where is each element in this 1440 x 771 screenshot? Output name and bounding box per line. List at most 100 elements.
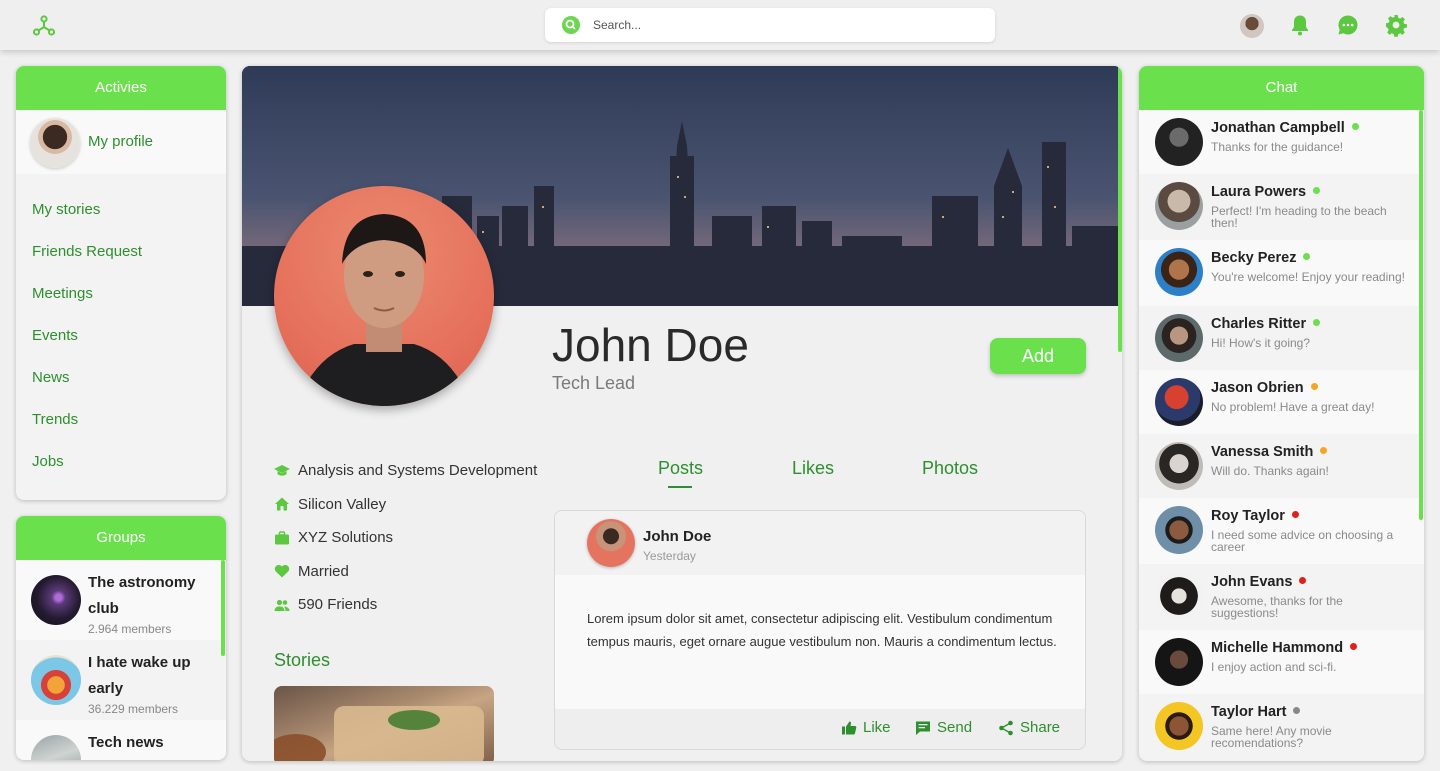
logo-icon[interactable] — [32, 14, 56, 38]
like-button[interactable]: Like — [841, 719, 891, 736]
groups-title: Groups — [16, 516, 226, 560]
story-card[interactable] — [274, 686, 494, 761]
profile-tabs: Posts Likes Photos — [622, 458, 1022, 488]
tab-likes[interactable]: Likes — [792, 458, 834, 479]
post-time: Yesterday — [643, 549, 696, 563]
menu-item-meetings[interactable]: Meetings — [16, 276, 226, 318]
graduation-cap-icon — [274, 464, 290, 476]
add-friend-button[interactable]: Add — [990, 338, 1086, 374]
home-icon — [275, 497, 289, 511]
contact-message: Will do. Thanks again! — [1211, 464, 1329, 478]
contact-name: Roy Taylor — [1211, 508, 1299, 524]
chat-contact[interactable]: Charles Ritter Hi! How's it going? — [1139, 306, 1424, 370]
contact-name: Jason Obrien — [1211, 380, 1318, 396]
post-author[interactable]: John Doe — [643, 528, 711, 545]
chat-contact[interactable]: Michelle Hammond I enjoy action and sci-… — [1139, 630, 1424, 694]
chat-contact[interactable]: Jason Obrien No problem! Have a great da… — [1139, 370, 1424, 434]
contact-avatar — [1155, 248, 1203, 296]
active-tab-indicator — [668, 486, 692, 488]
chat-contact[interactable]: Jonathan Campbell Thanks for the guidanc… — [1139, 110, 1424, 174]
search-icon[interactable] — [562, 16, 580, 34]
group-item[interactable]: Tech news — [16, 720, 226, 760]
contact-message: I enjoy action and sci-fi. — [1211, 660, 1337, 674]
contact-name: Michelle Hammond — [1211, 640, 1358, 656]
heart-icon — [274, 565, 290, 578]
contact-message: Awesome, thanks for the suggestions! — [1211, 594, 1343, 620]
post-header: John Doe Yesterday — [555, 511, 1085, 575]
my-profile-label: My profile — [88, 133, 154, 150]
menu-item-jobs[interactable]: Jobs — [16, 444, 226, 486]
contact-name: Becky Perez — [1211, 250, 1311, 266]
gear-icon[interactable] — [1384, 13, 1408, 37]
chat-contact[interactable]: Becky Perez You're welcome! Enjoy your r… — [1139, 240, 1424, 306]
menu-item-trends[interactable]: Trends — [16, 402, 226, 444]
group-name: Tech news — [88, 734, 164, 751]
contact-message: Thanks for the guidance! — [1211, 140, 1344, 154]
contact-avatar — [1155, 702, 1203, 750]
group-members: 2.964 members — [88, 622, 172, 636]
status-away-dot — [1320, 447, 1328, 454]
contact-avatar — [1155, 182, 1203, 230]
chat-contact[interactable]: Roy Taylor I need some advice on choosin… — [1139, 498, 1424, 564]
activities-title: Activies — [16, 66, 226, 110]
contact-name: Vanessa Smith — [1211, 444, 1328, 460]
profile-name: John Doe — [552, 319, 749, 371]
profile-photo — [274, 186, 494, 406]
contact-message: Perfect! I'm heading to the beach then! — [1211, 204, 1387, 230]
chat-contact[interactable]: Laura Powers Perfect! I'm heading to the… — [1139, 174, 1424, 240]
tab-posts[interactable]: Posts — [658, 458, 703, 479]
users-icon — [274, 599, 290, 611]
info-education: Analysis and Systems Development — [274, 454, 537, 488]
menu-item-news[interactable]: News — [16, 360, 226, 402]
group-avatar — [31, 575, 81, 625]
info-text: XYZ Solutions — [298, 529, 394, 547]
post-author-avatar[interactable] — [587, 519, 635, 567]
group-item[interactable]: The astronomy club 2.964 members — [16, 560, 226, 640]
info-friends: 590 Friends — [274, 588, 537, 622]
search-input[interactable] — [593, 15, 973, 35]
chat-bubble-icon[interactable] — [1336, 13, 1360, 37]
menu-item-my-stories[interactable]: My stories — [16, 192, 226, 234]
avatar[interactable] — [1240, 14, 1264, 38]
contact-message: You're welcome! Enjoy your reading! — [1211, 270, 1405, 284]
menu-item-events[interactable]: Events — [16, 318, 226, 360]
groups-list: The astronomy club 2.964 members I hate … — [16, 560, 226, 760]
contact-avatar — [1155, 314, 1203, 362]
group-item[interactable]: I hate wake up early 36.229 members — [16, 640, 226, 720]
profile-panel: John Doe Tech Lead Add Analysis and Syst… — [242, 66, 1122, 761]
chat-contact[interactable]: Taylor Hart Same here! Any movie recomen… — [1139, 694, 1424, 760]
profile-scrollbar[interactable] — [1118, 66, 1122, 352]
thumbs-up-icon — [842, 721, 857, 734]
profile-info-list: Analysis and Systems Development Silicon… — [274, 454, 537, 622]
info-text: 590 Friends — [298, 596, 378, 614]
groups-scrollbar[interactable] — [221, 560, 225, 656]
info-text: Silicon Valley — [298, 495, 387, 513]
chat-title: Chat — [1139, 66, 1424, 110]
contact-message: Hi! How's it going? — [1211, 336, 1310, 350]
tab-photos[interactable]: Photos — [922, 458, 978, 479]
briefcase-icon — [275, 531, 289, 545]
chat-scrollbar[interactable] — [1419, 110, 1423, 520]
chat-list: Jonathan Campbell Thanks for the guidanc… — [1139, 110, 1424, 760]
share-button[interactable]: Share — [998, 719, 1060, 736]
profile-avatar — [30, 118, 80, 168]
contact-message: Same here! Any movie recomendations? — [1211, 724, 1332, 750]
contact-avatar — [1155, 506, 1203, 554]
my-profile-link[interactable]: My profile — [16, 110, 226, 174]
post-actions: Like Send Share — [555, 709, 1085, 749]
contact-name: John Evans — [1211, 574, 1307, 590]
contact-message: No problem! Have a great day! — [1211, 400, 1375, 414]
group-avatar — [31, 735, 81, 760]
group-name: I hate wake up early — [88, 654, 191, 697]
info-text: Married — [298, 562, 349, 580]
bell-icon[interactable] — [1288, 13, 1312, 37]
activities-menu: My stories Friends Request Meetings Even… — [16, 174, 226, 486]
status-online-dot — [1303, 253, 1311, 260]
send-button[interactable]: Send — [915, 719, 972, 736]
like-label: Like — [863, 719, 891, 736]
chat-contact[interactable]: John Evans Awesome, thanks for the sugge… — [1139, 564, 1424, 630]
chat-contact[interactable]: Vanessa Smith Will do. Thanks again! — [1139, 434, 1424, 498]
menu-item-friends-request[interactable]: Friends Request — [16, 234, 226, 276]
group-avatar — [31, 655, 81, 705]
status-online-dot — [1313, 187, 1321, 194]
